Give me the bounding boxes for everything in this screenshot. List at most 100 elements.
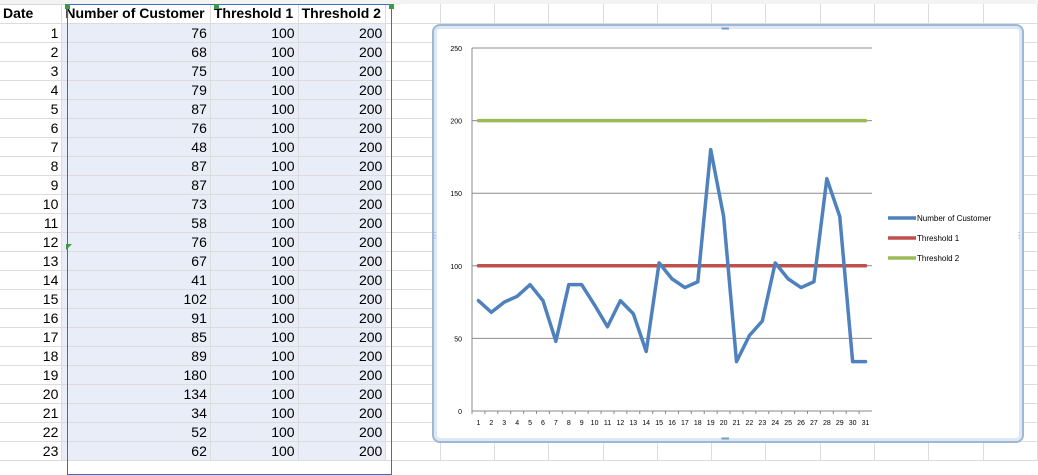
date-cell[interactable]: 21: [0, 403, 63, 423]
value-cell[interactable]: 68: [61, 42, 211, 62]
date-cell[interactable]: 17: [0, 327, 63, 347]
empty-cell[interactable]: [820, 441, 875, 461]
value-cell[interactable]: 200: [298, 384, 387, 404]
value-cell[interactable]: 100: [210, 289, 299, 309]
date-cell[interactable]: 6: [0, 118, 63, 138]
value-cell[interactable]: 48: [61, 137, 211, 157]
date-cell[interactable]: 10: [0, 194, 63, 214]
value-cell[interactable]: 200: [298, 175, 387, 195]
date-cell[interactable]: 1: [0, 23, 63, 43]
empty-cell[interactable]: [874, 4, 930, 24]
value-cell[interactable]: 200: [298, 213, 387, 233]
value-cell[interactable]: 200: [298, 23, 387, 43]
value-cell[interactable]: 200: [298, 327, 387, 347]
date-cell[interactable]: 15: [0, 289, 63, 309]
value-cell[interactable]: 100: [210, 175, 299, 195]
value-cell[interactable]: 200: [298, 42, 387, 62]
empty-cell[interactable]: [440, 441, 495, 461]
value-cell[interactable]: 100: [210, 118, 299, 138]
empty-cell[interactable]: [440, 4, 495, 24]
empty-cell[interactable]: [657, 441, 713, 461]
value-cell[interactable]: 200: [298, 365, 387, 385]
date-cell[interactable]: 19: [0, 365, 63, 385]
value-cell[interactable]: 100: [210, 80, 299, 100]
empty-cell[interactable]: [765, 441, 821, 461]
date-cell[interactable]: 12: [0, 232, 63, 252]
error-indicator[interactable]: [66, 244, 72, 250]
empty-cell[interactable]: [820, 4, 875, 24]
date-cell[interactable]: 5: [0, 99, 63, 119]
empty-cell[interactable]: [711, 4, 767, 24]
value-cell[interactable]: 200: [298, 156, 387, 176]
date-cell[interactable]: 16: [0, 308, 63, 328]
value-cell[interactable]: 52: [61, 422, 211, 442]
value-cell[interactable]: 180: [61, 365, 211, 385]
empty-cell[interactable]: [928, 441, 984, 461]
value-cell[interactable]: 100: [210, 23, 299, 43]
date-cell[interactable]: 4: [0, 80, 63, 100]
value-cell[interactable]: 91: [61, 308, 211, 328]
value-cell[interactable]: 200: [298, 232, 387, 252]
value-cell[interactable]: 34: [61, 403, 211, 423]
value-cell[interactable]: 200: [298, 308, 387, 328]
value-cell[interactable]: 58: [61, 213, 211, 233]
date-cell[interactable]: 18: [0, 346, 63, 366]
value-cell[interactable]: 200: [298, 289, 387, 309]
date-cell[interactable]: 22: [0, 422, 63, 442]
value-cell[interactable]: 100: [210, 251, 299, 271]
value-cell[interactable]: 87: [61, 175, 211, 195]
empty-cell[interactable]: [603, 441, 658, 461]
value-cell[interactable]: 200: [298, 118, 387, 138]
date-cell[interactable]: 8: [0, 156, 63, 176]
value-cell[interactable]: 200: [298, 99, 387, 119]
column-header-cell[interactable]: Threshold 2: [298, 4, 387, 24]
selection-handle[interactable]: [389, 4, 394, 9]
value-cell[interactable]: 100: [210, 403, 299, 423]
value-cell[interactable]: 87: [61, 99, 211, 119]
selection-handle[interactable]: [65, 4, 70, 9]
value-cell[interactable]: 100: [210, 99, 299, 119]
value-cell[interactable]: 100: [210, 213, 299, 233]
column-header-cell[interactable]: Date: [0, 4, 63, 24]
value-cell[interactable]: 41: [61, 270, 211, 290]
empty-cell[interactable]: [494, 4, 550, 24]
value-cell[interactable]: 200: [298, 422, 387, 442]
line-chart[interactable]: ▪▪▪▪ ▪▪▪▪ ⋮ ⋮ 0 50 100 150 200 250 1 2 3 4 5 6 7 8 9 10…: [431, 24, 1024, 443]
empty-cell[interactable]: [711, 441, 767, 461]
header-row[interactable]: Date Number of Customer Threshold 1 Thresho…: [0, 4, 1038, 24]
empty-cell[interactable]: [928, 4, 984, 24]
date-cell[interactable]: 2: [0, 42, 63, 62]
value-cell[interactable]: 87: [61, 156, 211, 176]
value-cell[interactable]: 100: [210, 156, 299, 176]
column-header-cell[interactable]: Number of Customer: [61, 4, 211, 24]
value-cell[interactable]: 100: [210, 384, 299, 404]
empty-cell[interactable]: [548, 441, 604, 461]
date-cell[interactable]: 20: [0, 384, 63, 404]
value-cell[interactable]: 200: [298, 346, 387, 366]
value-cell[interactable]: 100: [210, 194, 299, 214]
date-cell[interactable]: 3: [0, 61, 63, 81]
table-row[interactable]: 23 62 100 200: [0, 441, 1038, 461]
value-cell[interactable]: 89: [61, 346, 211, 366]
value-cell[interactable]: 200: [298, 137, 387, 157]
value-cell[interactable]: 200: [298, 251, 387, 271]
value-cell[interactable]: 76: [61, 118, 211, 138]
empty-cell[interactable]: [874, 441, 930, 461]
value-cell[interactable]: 62: [61, 441, 211, 461]
value-cell[interactable]: 200: [298, 61, 387, 81]
date-cell[interactable]: 14: [0, 270, 63, 290]
value-cell[interactable]: 79: [61, 80, 211, 100]
value-cell[interactable]: 200: [298, 441, 387, 461]
value-cell[interactable]: 100: [210, 308, 299, 328]
value-cell[interactable]: 100: [210, 422, 299, 442]
spreadsheet[interactable]: Date Number of Customer Threshold 1 Thresho…: [0, 0, 1038, 475]
value-cell[interactable]: 102: [61, 289, 211, 309]
value-cell[interactable]: 67: [61, 251, 211, 271]
date-cell[interactable]: 9: [0, 175, 63, 195]
empty-cell[interactable]: [983, 441, 1038, 461]
empty-cell[interactable]: [385, 441, 441, 461]
value-cell[interactable]: 200: [298, 403, 387, 423]
value-cell[interactable]: 85: [61, 327, 211, 347]
date-cell[interactable]: 23: [0, 441, 63, 461]
column-header-cell[interactable]: Threshold 1: [210, 4, 299, 24]
